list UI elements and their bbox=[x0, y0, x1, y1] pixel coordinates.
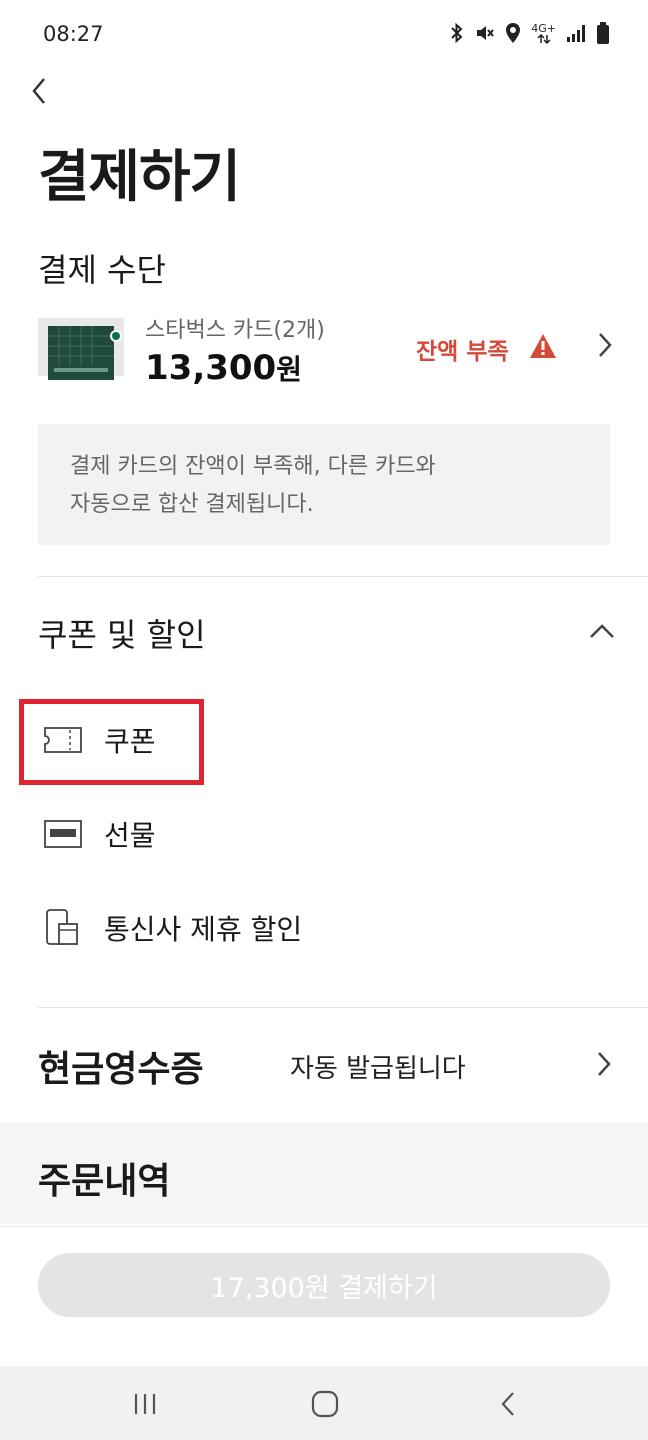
starbucks-card-image bbox=[38, 318, 124, 380]
gift-label: 선물 bbox=[104, 819, 156, 852]
warning-triangle-icon bbox=[528, 332, 558, 360]
card-balance-unit: 원 bbox=[276, 353, 302, 386]
battery-icon bbox=[596, 22, 610, 48]
carrier-discount-option[interactable]: 통신사 제휴 할인 bbox=[44, 906, 302, 950]
page-title: 결제하기 bbox=[38, 145, 241, 210]
status-icons: 4G+ bbox=[449, 22, 610, 48]
bluetooth-icon bbox=[449, 22, 465, 48]
card-art bbox=[48, 326, 114, 380]
divider bbox=[38, 576, 648, 577]
notice-line-2: 자동으로 합산 결제됩니다. bbox=[70, 492, 314, 517]
recent-apps-icon[interactable] bbox=[125, 1388, 165, 1420]
order-history-section[interactable]: 주문내역 bbox=[0, 1122, 648, 1224]
gift-card-icon bbox=[44, 815, 82, 853]
payment-method-title: 결제 수단 bbox=[38, 251, 166, 289]
coupon-highlight bbox=[19, 699, 204, 785]
back-icon[interactable] bbox=[488, 1388, 528, 1420]
coupon-discount-title: 쿠폰 및 할인 bbox=[38, 616, 206, 654]
chevron-right-icon bbox=[596, 1050, 612, 1078]
card-pattern bbox=[48, 326, 114, 372]
chevron-right-icon bbox=[596, 330, 614, 360]
location-icon bbox=[505, 22, 521, 48]
signal-icon bbox=[566, 24, 586, 46]
order-history-title: 주문내역 bbox=[38, 1161, 171, 1202]
gift-option[interactable]: 선물 bbox=[44, 812, 156, 856]
insufficient-balance-label: 잔액 부족 bbox=[416, 339, 509, 365]
pay-area: 17,300원 결제하기 bbox=[0, 1226, 648, 1366]
payment-card-row[interactable]: 스타벅스 카드(2개) 13,300원 잔액 부족 bbox=[38, 312, 618, 392]
home-icon[interactable] bbox=[305, 1388, 345, 1420]
pay-button[interactable]: 17,300원 결제하기 bbox=[38, 1253, 610, 1317]
network-4g-icon: 4G+ bbox=[531, 22, 556, 46]
starbucks-logo-icon bbox=[110, 330, 122, 342]
system-nav-bar bbox=[0, 1366, 648, 1440]
status-time: 08:27 bbox=[43, 22, 104, 46]
mobile-carrier-icon bbox=[44, 909, 82, 947]
network-label: 4G+ bbox=[531, 22, 556, 35]
cash-receipt-value: 자동 발급됩니다 bbox=[290, 1054, 466, 1084]
cash-receipt-row[interactable]: 현금영수증 자동 발급됩니다 bbox=[0, 1008, 648, 1120]
carrier-discount-label: 통신사 제휴 할인 bbox=[104, 913, 303, 946]
chevron-left-icon bbox=[32, 78, 45, 104]
payment-notice: 결제 카드의 잔액이 부족해, 다른 카드와 자동으로 합산 결제됩니다. bbox=[38, 424, 610, 545]
card-balance-value: 13,300 bbox=[145, 348, 277, 388]
chevron-up-icon[interactable] bbox=[588, 622, 616, 640]
notice-line-1: 결제 카드의 잔액이 부족해, 다른 카드와 bbox=[70, 454, 436, 479]
card-name: 스타벅스 카드(2개) bbox=[145, 318, 325, 343]
card-balance: 13,300원 bbox=[145, 348, 302, 388]
mute-icon bbox=[475, 23, 495, 47]
cash-receipt-title: 현금영수증 bbox=[38, 1049, 204, 1090]
back-button[interactable] bbox=[26, 74, 56, 108]
status-bar: 08:27 4G+ bbox=[0, 0, 648, 72]
